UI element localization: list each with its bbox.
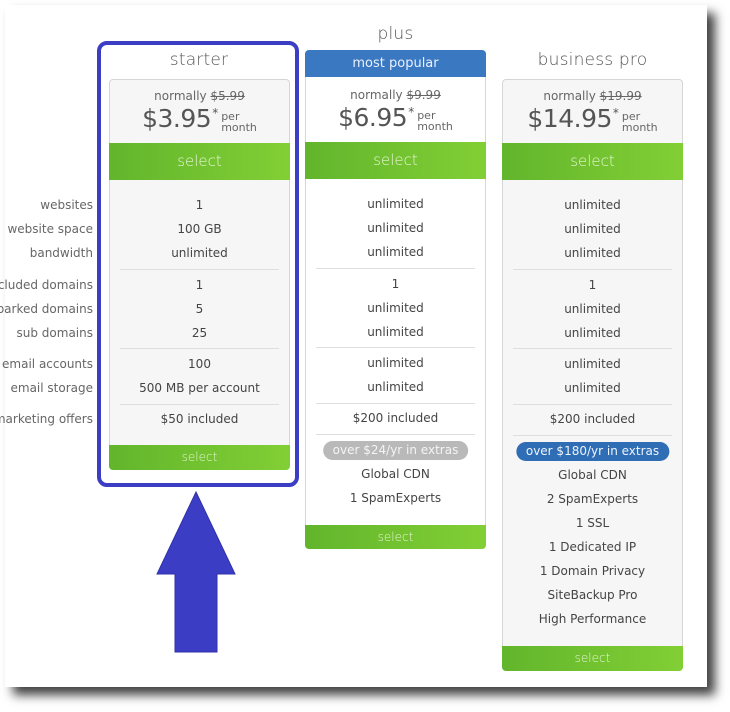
most-popular-badge: most popular [305, 50, 486, 77]
divider [316, 434, 475, 435]
feature-value: unlimited [367, 380, 424, 394]
extra-item: 1 SpamExperts [349, 491, 442, 505]
extra-item: 1 Dedicated IP [548, 540, 637, 554]
plan-card-plus: normally $9.99 $6.95 * per month select un… [305, 77, 486, 549]
price-asterisk: * [612, 106, 619, 120]
select-button-plus-top[interactable]: select [305, 142, 486, 179]
label-websites: websites [40, 198, 93, 212]
label-parked-domains: parked domains [0, 302, 93, 316]
label-included-domains: included domains [0, 278, 93, 292]
label-website-space: website space [7, 222, 93, 236]
plan-title-business-pro: business pro [537, 50, 648, 70]
label-email-storage: email storage [10, 381, 94, 395]
extras-badge: over $24/yr in extras [322, 441, 469, 460]
plan-card-business-pro: normally $19.99 $14.95 * per month select … [502, 79, 683, 671]
feature-value: unlimited [564, 302, 621, 316]
divider [316, 268, 475, 269]
price-asterisk: * [408, 105, 415, 119]
price: $6.95 [338, 103, 408, 132]
feature-value: 1 [391, 277, 400, 291]
feature-value: unlimited [564, 246, 621, 260]
per-month: per month [621, 110, 658, 134]
normally-price: normally $19.99 [543, 89, 642, 103]
feature-value: unlimited [564, 326, 621, 340]
feature-labels: websites website space bandwidth include… [0, 0, 93, 430]
feature-value: unlimited [367, 245, 424, 259]
extra-item: Global CDN [558, 468, 627, 482]
price: $14.95 [527, 104, 612, 133]
label-email-accounts: email accounts [2, 357, 93, 371]
divider [513, 269, 672, 270]
extra-item: High Performance [538, 612, 647, 626]
feature-value: unlimited [367, 221, 424, 235]
starter-highlight-box [97, 41, 299, 487]
divider [316, 347, 475, 348]
label-sub-domains: sub domains [16, 326, 93, 340]
feature-value: unlimited [367, 325, 424, 339]
select-button-plus-bottom[interactable]: select [305, 525, 486, 549]
extra-item: Global CDN [361, 467, 430, 481]
select-button-business-pro-top[interactable]: select [502, 143, 683, 180]
label-marketing-offers: marketing offers [0, 412, 93, 426]
extra-item: 1 SSL [575, 516, 610, 530]
feature-value: $200 included [352, 411, 439, 425]
divider [513, 404, 672, 405]
feature-value: unlimited [564, 222, 621, 236]
extras-badge: over $180/yr in extras [515, 442, 670, 461]
price-row: $14.95 * per month [503, 104, 682, 134]
extra-item: 1 Domain Privacy [539, 564, 646, 578]
old-price: $9.99 [406, 88, 441, 102]
feature-value: unlimited [367, 356, 424, 370]
price-row: $6.95 * per month [306, 103, 485, 133]
extra-item: 2 SpamExperts [546, 492, 639, 506]
normally-price: normally $9.99 [350, 88, 441, 102]
feature-value: unlimited [564, 198, 621, 212]
old-price: $19.99 [599, 89, 642, 103]
feature-value: unlimited [564, 357, 621, 371]
feature-value: unlimited [564, 381, 621, 395]
divider [513, 348, 672, 349]
feature-value: unlimited [367, 301, 424, 315]
label-bandwidth: bandwidth [29, 246, 93, 260]
feature-value: unlimited [367, 197, 424, 211]
feature-value: $200 included [549, 412, 636, 426]
extra-item: SiteBackup Pro [547, 588, 638, 602]
per-month: per month [417, 109, 453, 133]
feature-value: 1 [588, 278, 597, 292]
up-arrow-icon [156, 490, 236, 653]
divider [316, 403, 475, 404]
select-button-business-pro-bottom[interactable]: select [502, 646, 683, 671]
plan-title-plus: plus [377, 24, 414, 44]
divider [513, 435, 672, 436]
